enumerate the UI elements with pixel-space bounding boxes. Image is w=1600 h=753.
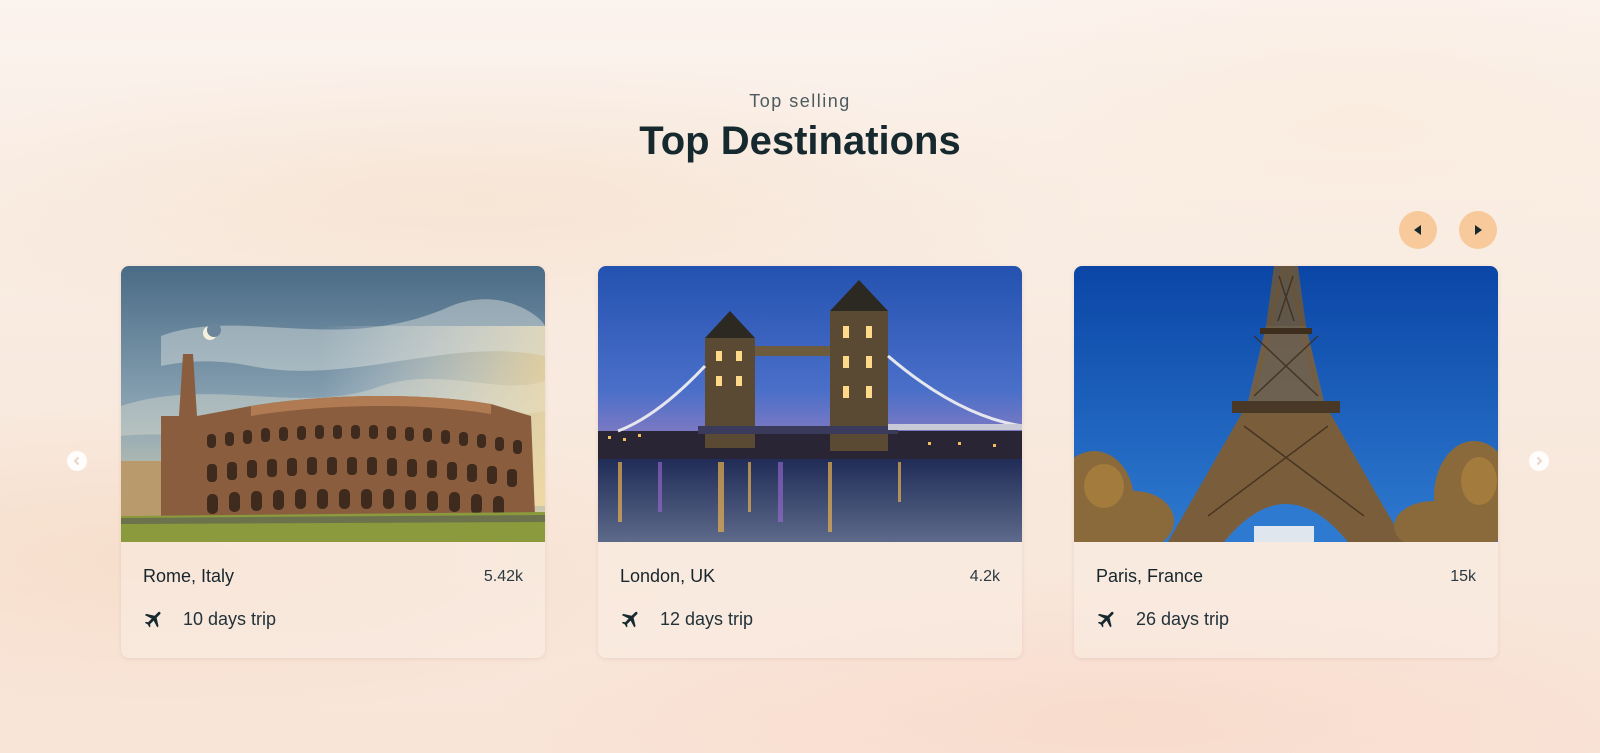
eiffel-tower-photo	[1074, 266, 1498, 542]
section-subtitle: Top selling	[749, 91, 851, 111]
trip-duration: 10 days trip	[183, 608, 277, 629]
destination-count: 15k	[1450, 568, 1476, 585]
airplane-icon	[1096, 608, 1118, 630]
destination-card[interactable]: Rome, Italy 5.42k 10 days trip	[121, 266, 545, 658]
card-body: London, UK 4.2k 12 days trip	[598, 542, 1022, 658]
colosseum-photo	[121, 266, 545, 542]
trip-info: 26 days trip	[1096, 608, 1229, 630]
section-header: Top selling Top Destinations	[0, 88, 1600, 166]
card-body: Paris, France 15k 26 days trip	[1074, 542, 1498, 658]
section-title: Top Destinations	[639, 119, 961, 163]
carousel-prev-button[interactable]	[1399, 211, 1437, 249]
chevron-left-icon	[73, 456, 80, 466]
tower-bridge-photo	[598, 266, 1022, 542]
trip-duration: 26 days trip	[1136, 608, 1230, 629]
destination-card[interactable]: Paris, France 15k 26 days trip	[1074, 266, 1498, 658]
caret-right-icon	[1475, 225, 1482, 235]
trip-info: 12 days trip	[620, 608, 753, 630]
airplane-icon	[143, 608, 165, 630]
airplane-icon	[620, 608, 642, 630]
trip-info: 10 days trip	[143, 608, 276, 630]
trip-duration: 12 days trip	[660, 608, 754, 629]
destination-name: Rome, Italy	[143, 566, 235, 586]
caret-left-icon	[1414, 225, 1421, 235]
destination-card[interactable]: London, UK 4.2k 12 days trip	[598, 266, 1022, 658]
destination-name: Paris, France	[1096, 566, 1204, 586]
destination-name: London, UK	[620, 566, 716, 586]
card-body: Rome, Italy 5.42k 10 days trip	[121, 542, 545, 658]
slider-right-arrow[interactable]	[1529, 451, 1549, 471]
destination-count: 5.42k	[483, 568, 523, 585]
chevron-right-icon	[1536, 456, 1543, 466]
carousel-next-button[interactable]	[1459, 211, 1497, 249]
slider-left-arrow[interactable]	[67, 451, 87, 471]
destination-count: 4.2k	[969, 568, 1000, 585]
